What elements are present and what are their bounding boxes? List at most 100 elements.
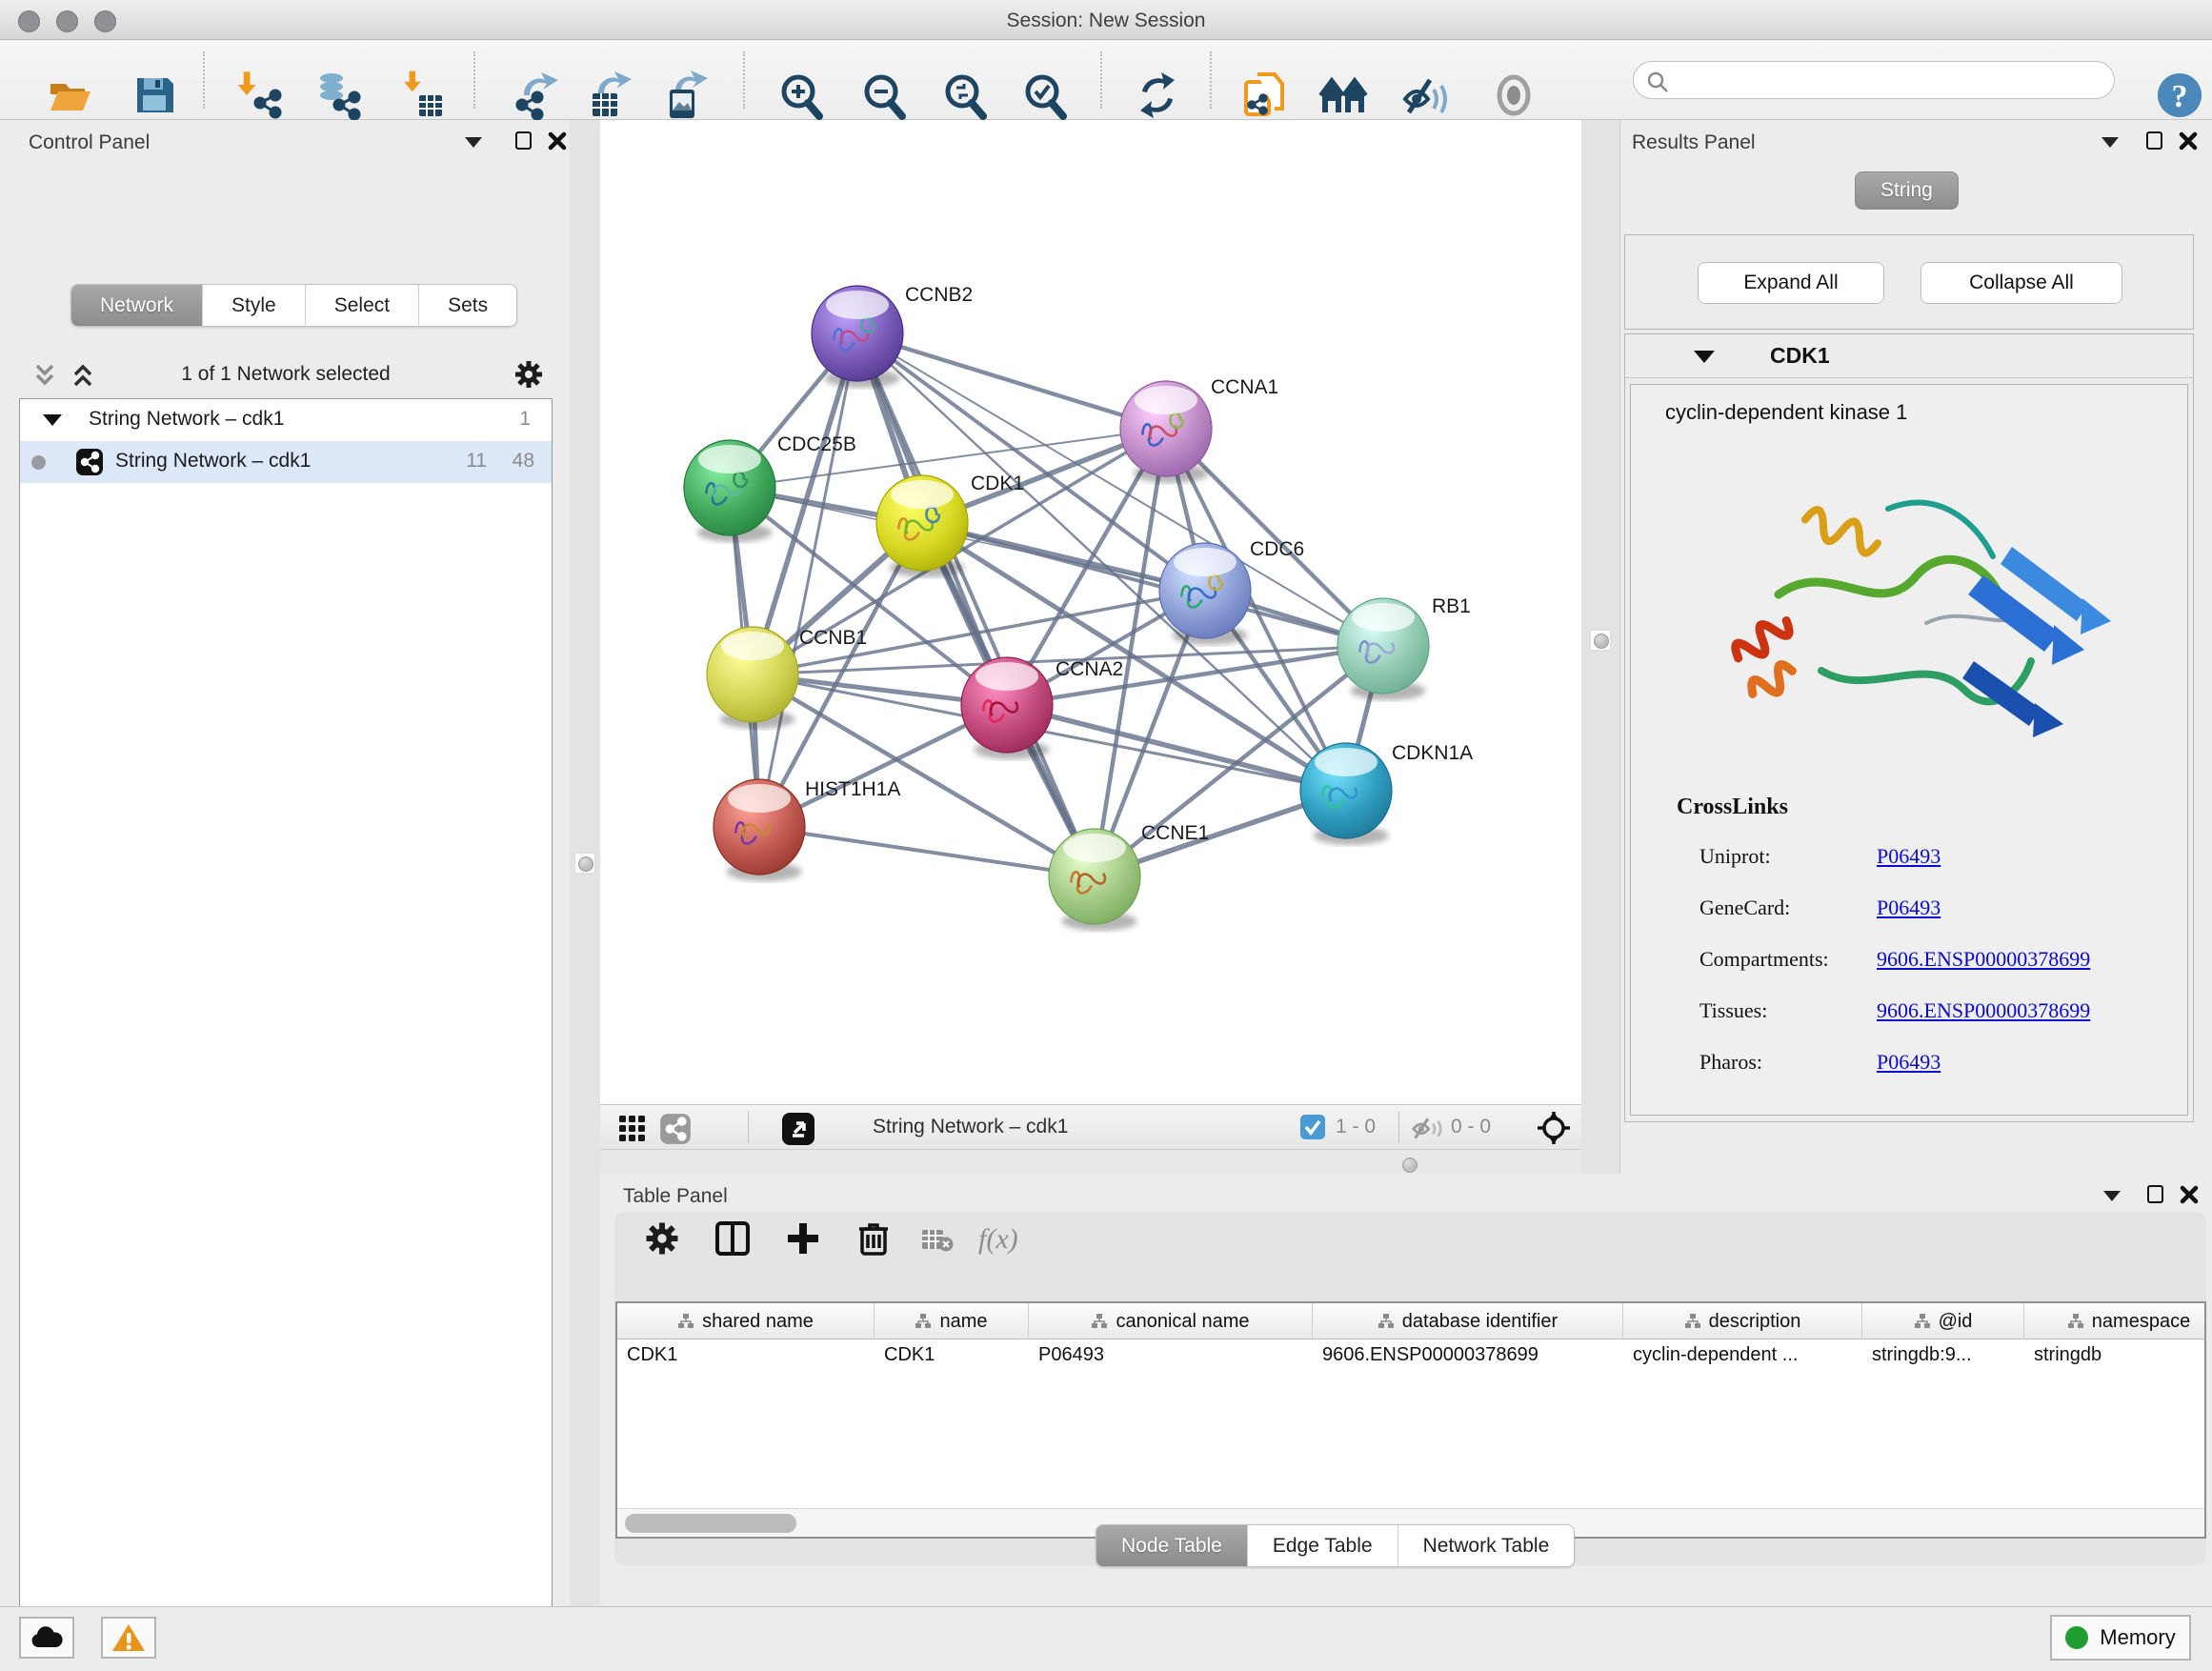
zoom-out-icon[interactable] <box>858 70 908 120</box>
left-splitter-handle[interactable] <box>574 853 595 874</box>
tab-network-table[interactable]: Network Table <box>1398 1525 1575 1566</box>
zoom-in-icon[interactable] <box>775 70 825 120</box>
tab-select[interactable]: Select <box>306 285 419 326</box>
horizontal-splitter-handle[interactable] <box>1402 1158 1418 1173</box>
fit-selected-crosshair-icon[interactable] <box>1536 1110 1572 1146</box>
edge-CCNB2-HIST1H1A[interactable] <box>759 333 857 827</box>
import-network-database-icon[interactable] <box>312 70 362 120</box>
column-header-canonical-name[interactable]: canonical name <box>1029 1303 1313 1339</box>
column-header-database-identifier[interactable]: database identifier <box>1313 1303 1623 1339</box>
node-RB1[interactable]: RB1 <box>1337 595 1471 700</box>
zoom-selected-icon[interactable] <box>1019 70 1069 120</box>
memory-button[interactable]: Memory <box>2050 1615 2191 1661</box>
column-header-@id[interactable]: @id <box>1862 1303 2024 1339</box>
hide-details-icon[interactable] <box>1401 70 1451 120</box>
open-in-window-icon[interactable] <box>781 1112 815 1146</box>
node-CDKN1A[interactable]: CDKN1A <box>1300 742 1473 845</box>
import-table-file-icon[interactable] <box>398 70 448 120</box>
import-network-file-icon[interactable] <box>233 70 283 120</box>
right-splitter-handle[interactable] <box>1590 630 1611 651</box>
export-table-icon[interactable] <box>585 70 634 120</box>
delete-column-icon[interactable] <box>855 1219 893 1258</box>
export-image-icon[interactable] <box>660 70 710 120</box>
entry-header[interactable]: CDK1 <box>1625 334 2193 378</box>
search-input[interactable] <box>1676 66 2095 94</box>
table-options-gear-icon[interactable] <box>643 1219 681 1258</box>
network-share-icon[interactable] <box>659 1113 692 1145</box>
node-table[interactable]: shared namenamecanonical namedatabase id… <box>615 1301 2206 1539</box>
table-cell[interactable]: stringdb <box>2024 1339 2206 1374</box>
panel-float-icon[interactable] <box>2147 1185 2163 1203</box>
node-HIST1H1A[interactable]: HIST1H1A <box>714 778 900 881</box>
column-header-namespace[interactable]: namespace <box>2024 1303 2206 1339</box>
table-cell[interactable]: 9606.ENSP00000378699 <box>1313 1339 1623 1374</box>
panel-menu-icon[interactable] <box>2103 1191 2121 1201</box>
table-cell[interactable]: stringdb:9... <box>1862 1339 2024 1374</box>
show-details-icon[interactable] <box>1489 70 1538 120</box>
expand-all-button[interactable]: Expand All <box>1698 262 1884 304</box>
show-columns-icon[interactable] <box>714 1219 752 1258</box>
table-row[interactable]: CDK1CDK1P064939606.ENSP00000378699cyclin… <box>617 1339 2206 1374</box>
tab-network[interactable]: Network <box>71 285 203 326</box>
column-header-shared-name[interactable]: shared name <box>617 1303 875 1339</box>
network-canvas[interactable]: CCNB2CDC25BCDK1CCNA1CDC6RB1CCNB1CCNA2CDK… <box>600 120 1581 1104</box>
table-hscrollbar-thumb[interactable] <box>625 1514 796 1533</box>
entry-collapse-icon[interactable] <box>1694 351 1715 363</box>
tab-style[interactable]: Style <box>203 285 306 326</box>
crosslink-link[interactable]: P06493 <box>1877 844 1941 869</box>
cloud-button[interactable] <box>19 1617 74 1659</box>
grid-view-icon[interactable] <box>617 1114 648 1144</box>
node-CCNA1[interactable]: CCNA1 <box>1120 376 1278 483</box>
tab-sets[interactable]: Sets <box>419 285 516 326</box>
edge-CCNE1-HIST1H1A[interactable] <box>759 827 1095 876</box>
panel-close-icon[interactable] <box>2178 131 2199 151</box>
edge-CDK1-RB1[interactable] <box>922 523 1383 646</box>
network-options-gear-icon[interactable] <box>513 358 545 391</box>
warnings-button[interactable] <box>101 1617 156 1659</box>
left-splitter[interactable] <box>570 120 600 1606</box>
export-network-icon[interactable] <box>511 70 560 120</box>
tab-node-table[interactable]: Node Table <box>1096 1525 1248 1566</box>
network-collection-row[interactable]: String Network – cdk1 1 <box>20 399 552 441</box>
zoom-fit-icon[interactable] <box>939 70 989 120</box>
node-CDC6[interactable]: CDC6 <box>1159 538 1304 645</box>
warning-icon <box>111 1622 146 1653</box>
entry-description: cyclin-dependent kinase 1 <box>1665 400 1907 425</box>
panel-close-icon[interactable] <box>2179 1184 2200 1205</box>
collection-expand-icon[interactable] <box>43 414 62 426</box>
network-table-splitter-strip[interactable] <box>600 1151 1581 1174</box>
search-network-icon[interactable] <box>1318 70 1368 120</box>
refresh-icon[interactable] <box>1133 70 1182 120</box>
table-cell[interactable]: cyclin-dependent ... <box>1623 1339 1862 1374</box>
crosslink-link[interactable]: 9606.ENSP00000378699 <box>1877 998 2090 1023</box>
tab-edge-table[interactable]: Edge Table <box>1248 1525 1398 1566</box>
create-column-icon[interactable] <box>784 1219 822 1258</box>
open-session-icon[interactable] <box>45 70 94 120</box>
node-CCNE1[interactable]: CCNE1 <box>1049 822 1209 931</box>
selected-checkbox-icon[interactable] <box>1300 1115 1325 1139</box>
table-cell[interactable]: CDK1 <box>617 1339 875 1374</box>
node-CCNB2[interactable]: CCNB2 <box>812 284 973 388</box>
save-session-icon[interactable] <box>130 70 179 120</box>
tab-string[interactable]: String <box>1855 171 1959 210</box>
edge-CCNB2-CCNA1[interactable] <box>857 333 1166 429</box>
panel-menu-icon[interactable] <box>465 137 482 148</box>
crosslink-link[interactable]: 9606.ENSP00000378699 <box>1877 947 2090 972</box>
column-header-name[interactable]: name <box>875 1303 1029 1339</box>
crosslink-link[interactable]: P06493 <box>1877 1050 1941 1075</box>
node-CCNA2[interactable]: CCNA2 <box>961 657 1123 759</box>
node-CDC25B[interactable]: CDC25B <box>684 433 856 542</box>
crosslink-link[interactable]: P06493 <box>1877 896 1941 920</box>
right-splitter[interactable] <box>1581 120 1619 1174</box>
table-cell[interactable]: CDK1 <box>875 1339 1029 1374</box>
help-icon[interactable]: ? <box>2155 70 2204 120</box>
panel-float-icon[interactable] <box>2146 131 2162 150</box>
collapse-all-button[interactable]: Collapse All <box>1920 262 2122 304</box>
panel-menu-icon[interactable] <box>2101 137 2119 148</box>
clone-network-icon[interactable] <box>1238 70 1288 120</box>
panel-close-icon[interactable] <box>547 131 568 151</box>
panel-float-icon[interactable] <box>515 131 532 150</box>
table-cell[interactable]: P06493 <box>1029 1339 1313 1374</box>
network-row-selected[interactable]: String Network – cdk1 11 48 <box>20 441 552 483</box>
column-header-description[interactable]: description <box>1623 1303 1862 1339</box>
